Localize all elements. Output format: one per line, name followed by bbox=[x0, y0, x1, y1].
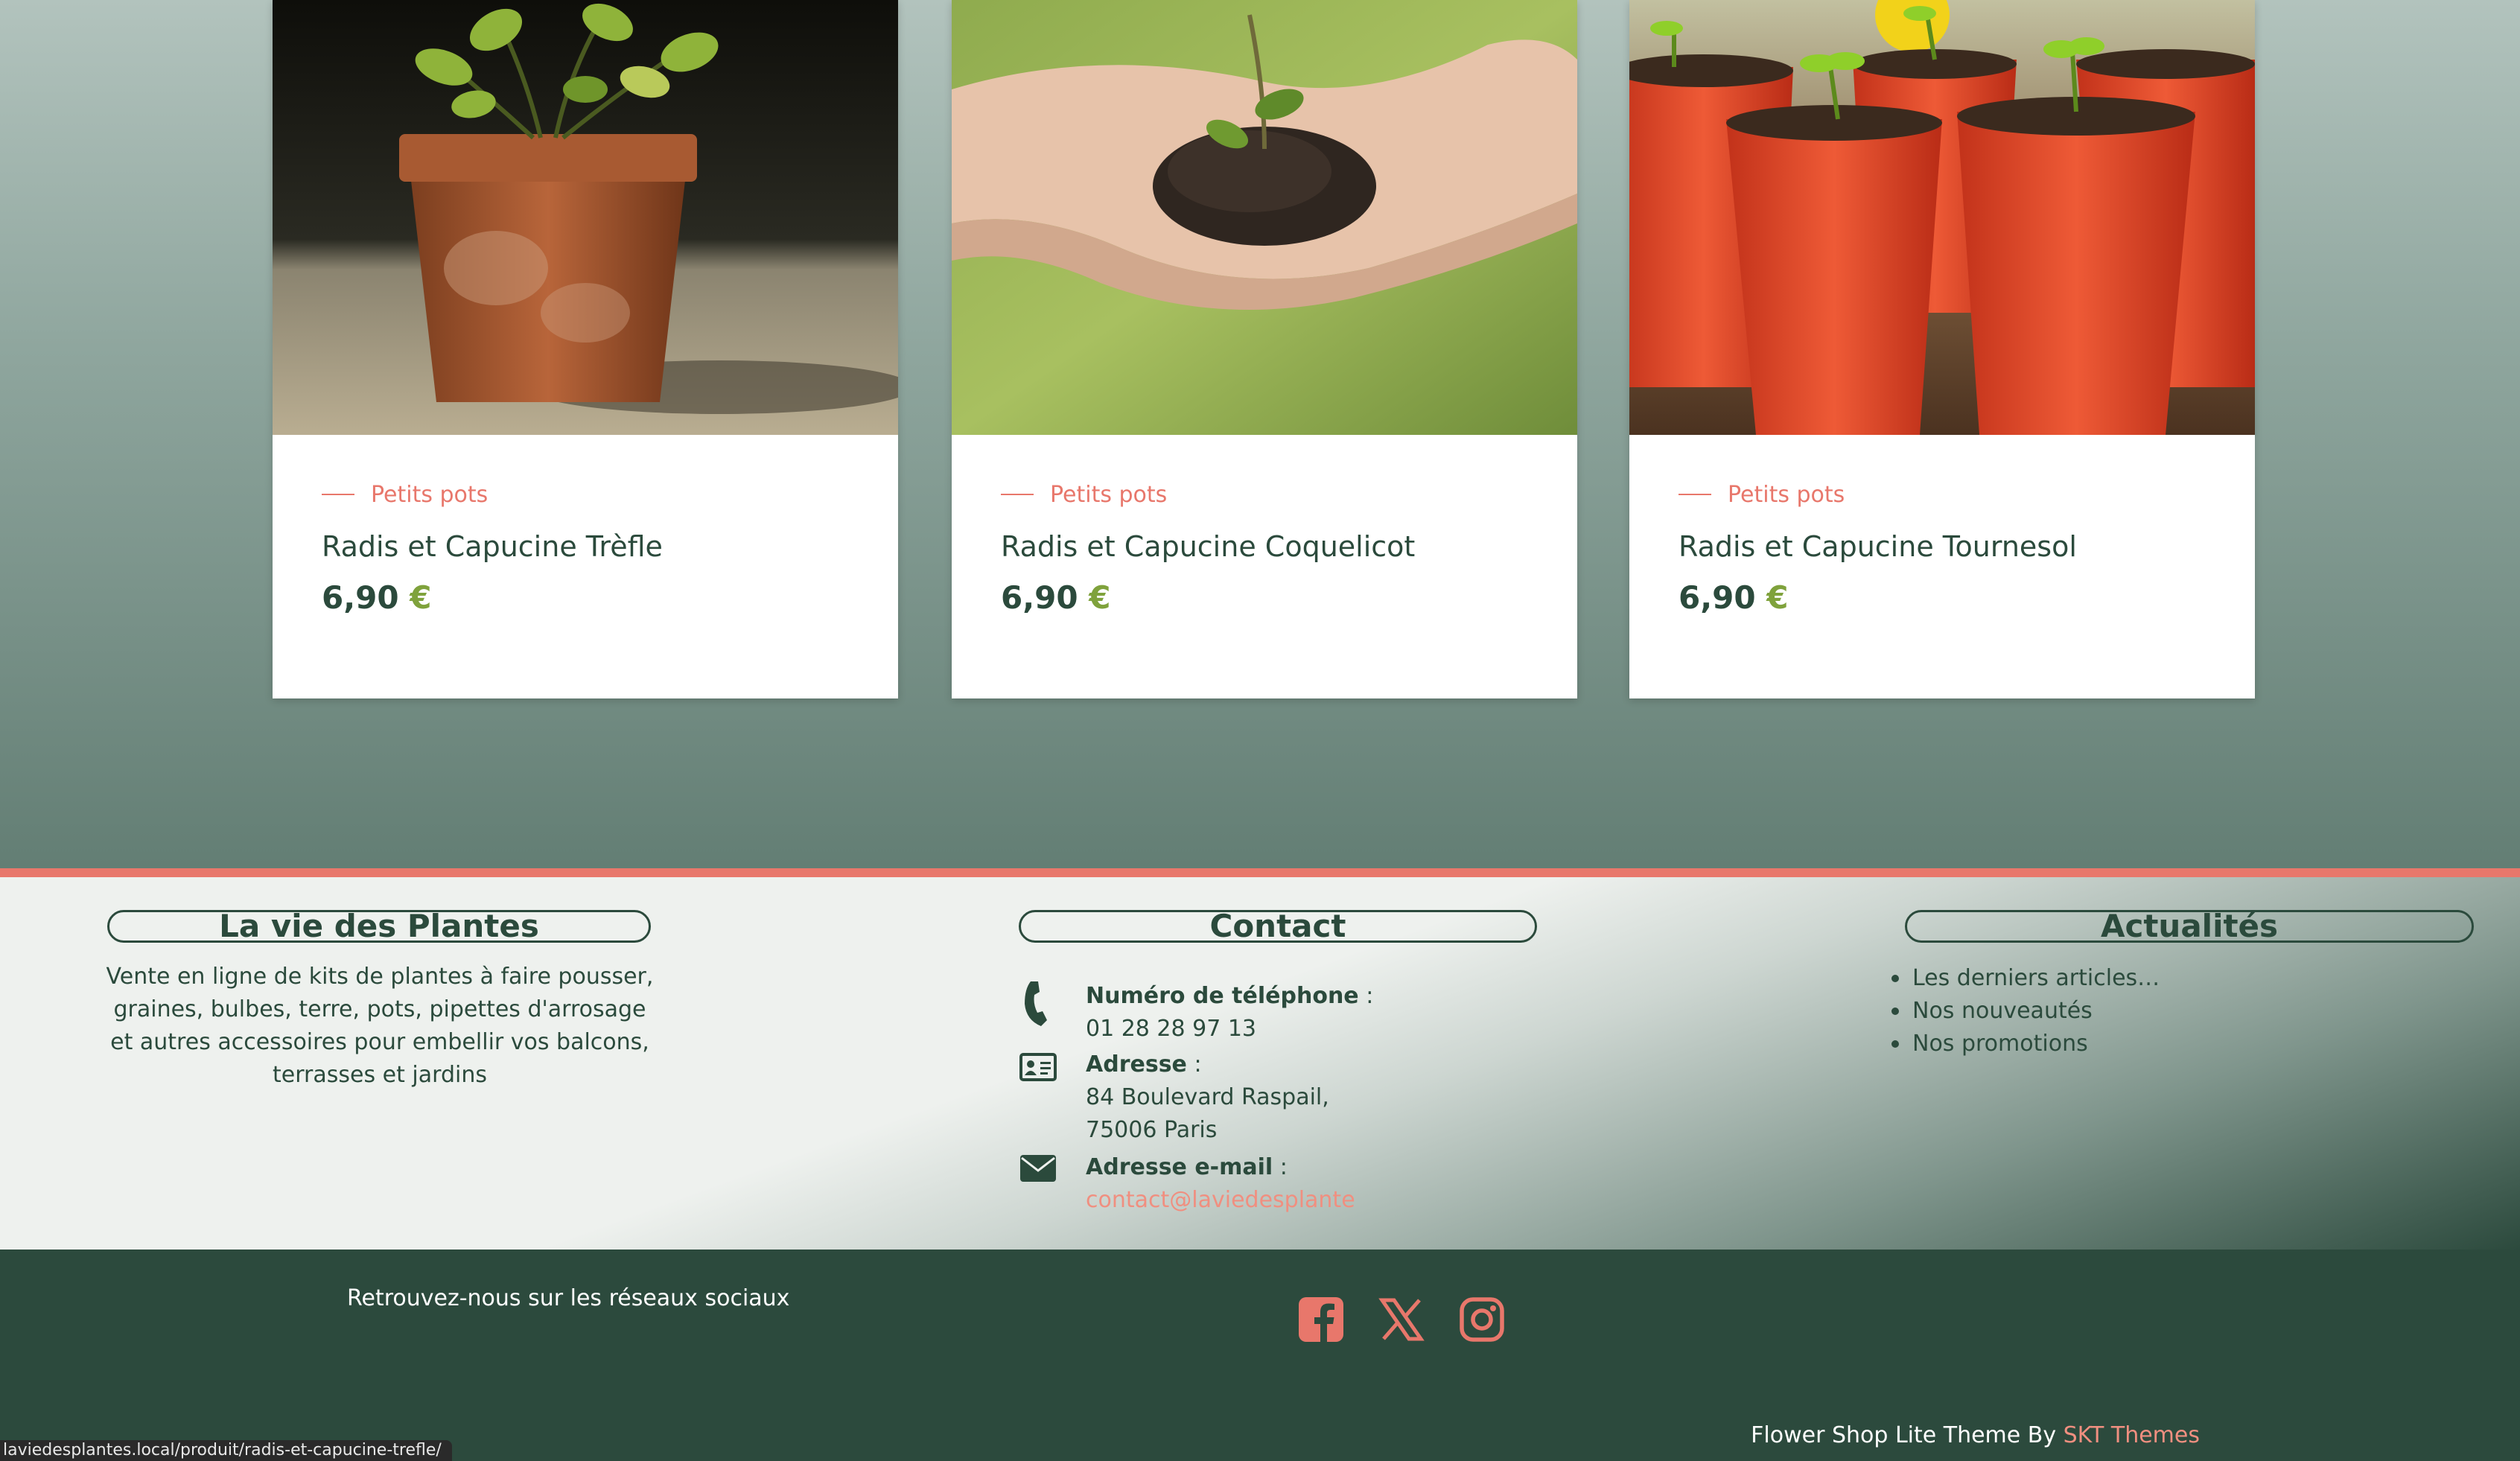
news-widget-title: Actualités bbox=[1905, 910, 2474, 943]
label-separator: : bbox=[1186, 1051, 1202, 1078]
news-list: Les derniers articles… Nos nouveautés No… bbox=[1891, 962, 2160, 1060]
bullet bbox=[1891, 975, 1899, 982]
product-category[interactable]: Petits pots bbox=[322, 480, 488, 509]
label-separator: : bbox=[1273, 1154, 1288, 1180]
address-card-icon bbox=[1019, 1048, 1057, 1081]
news-item[interactable]: Les derniers articles… bbox=[1891, 962, 2160, 995]
news-item-label[interactable]: Nos nouveautés bbox=[1912, 995, 2093, 1028]
contact-widget-title: Contact bbox=[1019, 910, 1537, 943]
about-widget-text: Vente en ligne de kits de plantes à fair… bbox=[106, 964, 654, 1088]
email-label: Adresse e-mail bbox=[1086, 1154, 1273, 1180]
footer-credit: Flower Shop Lite Theme By SKT Themes bbox=[1751, 1422, 2200, 1448]
product-category-label[interactable]: Petits pots bbox=[1050, 482, 1167, 508]
product-card[interactable]: Petits pots Radis et Capucine Coquelicot… bbox=[952, 0, 1577, 698]
product-price: 6,90 € bbox=[1001, 579, 1111, 616]
news-item[interactable]: Nos promotions bbox=[1891, 1028, 2160, 1060]
price-currency: € bbox=[410, 579, 432, 616]
contact-email: Adresse e-mail : contact@laviedesplante bbox=[1019, 1151, 1355, 1217]
price-amount: 6,90 bbox=[1679, 579, 1756, 616]
instagram-icon[interactable] bbox=[1458, 1296, 1506, 1343]
product-price: 6,90 € bbox=[322, 579, 432, 616]
products-section: Petits pots Radis et Capucine Trèfle 6,9… bbox=[0, 0, 2520, 868]
category-dash bbox=[1679, 494, 1711, 495]
product-card[interactable]: Petits pots Radis et Capucine Tournesol … bbox=[1629, 0, 2255, 698]
phone-label: Numéro de téléphone bbox=[1086, 983, 1359, 1009]
facebook-icon[interactable] bbox=[1297, 1296, 1345, 1343]
price-amount: 6,90 bbox=[1001, 579, 1078, 616]
product-price: 6,90 € bbox=[1679, 579, 1789, 616]
news-item[interactable]: Nos nouveautés bbox=[1891, 995, 2160, 1028]
bullet bbox=[1891, 1008, 1899, 1015]
label-separator: : bbox=[1358, 983, 1374, 1009]
social-label: Retrouvez-nous sur les réseaux sociaux bbox=[347, 1285, 790, 1311]
bullet bbox=[1891, 1040, 1899, 1048]
email-link[interactable]: contact@laviedesplante bbox=[1086, 1184, 1355, 1217]
phone-value[interactable]: 01 28 28 97 13 bbox=[1086, 1013, 1373, 1045]
product-title[interactable]: Radis et Capucine Tournesol bbox=[1679, 530, 2077, 563]
product-title[interactable]: Radis et Capucine Coquelicot bbox=[1001, 530, 1415, 563]
price-amount: 6,90 bbox=[322, 579, 399, 616]
about-widget-title: La vie des Plantes bbox=[107, 910, 651, 943]
price-currency: € bbox=[1766, 579, 1789, 616]
category-dash bbox=[322, 494, 354, 495]
address-label: Adresse bbox=[1086, 1051, 1187, 1078]
browser-status-url: laviedesplantes.local/produit/radis-et-c… bbox=[0, 1440, 452, 1461]
phone-icon bbox=[1019, 980, 1057, 1026]
address-line2: 75006 Paris bbox=[1086, 1117, 1218, 1143]
address-line1: 84 Boulevard Raspail, bbox=[1086, 1084, 1329, 1110]
footer-accent-line bbox=[0, 868, 2520, 877]
news-item-label[interactable]: Les derniers articles… bbox=[1912, 962, 2160, 995]
product-category-label[interactable]: Petits pots bbox=[1728, 482, 1845, 508]
contact-phone: Numéro de téléphone : 01 28 28 97 13 bbox=[1019, 980, 1373, 1045]
product-image-potted-plant[interactable] bbox=[273, 0, 898, 435]
credit-text: Flower Shop Lite Theme By bbox=[1751, 1422, 2064, 1448]
x-icon[interactable] bbox=[1378, 1296, 1425, 1343]
category-dash bbox=[1001, 494, 1034, 495]
price-currency: € bbox=[1089, 579, 1111, 616]
product-title[interactable]: Radis et Capucine Trèfle bbox=[322, 530, 663, 563]
product-category[interactable]: Petits pots bbox=[1679, 480, 1845, 509]
product-category-label[interactable]: Petits pots bbox=[371, 482, 488, 508]
product-image-seedlings[interactable] bbox=[1629, 0, 2255, 435]
envelope-icon bbox=[1019, 1151, 1057, 1184]
contact-address: Adresse : 84 Boulevard Raspail, 75006 Pa… bbox=[1019, 1048, 1329, 1147]
product-image-hand-soil[interactable] bbox=[952, 0, 1577, 435]
product-category[interactable]: Petits pots bbox=[1001, 480, 1167, 509]
credit-brand-link[interactable]: SKT Themes bbox=[2064, 1422, 2200, 1448]
product-card[interactable]: Petits pots Radis et Capucine Trèfle 6,9… bbox=[273, 0, 898, 698]
news-item-label[interactable]: Nos promotions bbox=[1912, 1028, 2088, 1060]
